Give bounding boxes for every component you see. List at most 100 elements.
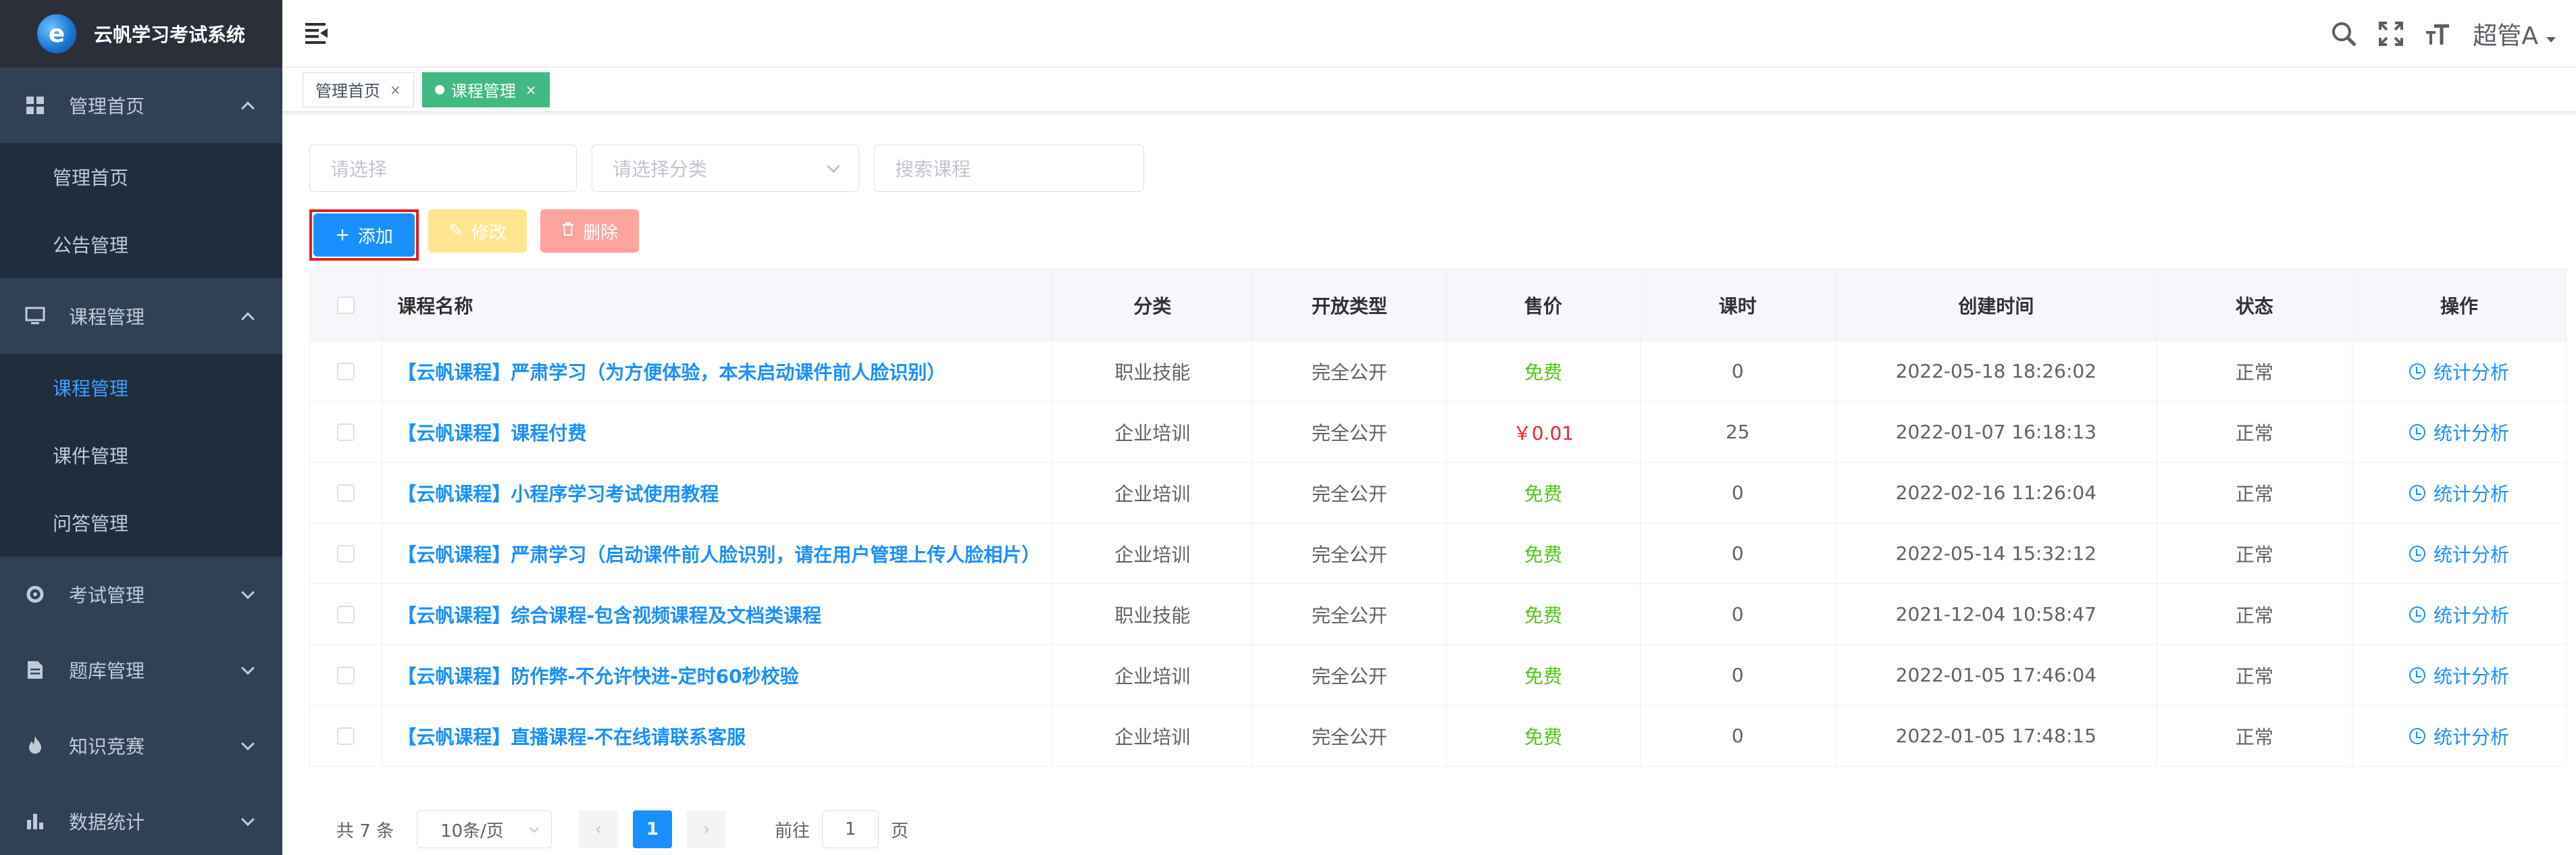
pagination-total: 共 7 条 <box>336 821 394 841</box>
goto-page-input[interactable]: 1 <box>822 810 879 848</box>
hours-cell: 0 <box>1641 584 1836 644</box>
hours-cell: 0 <box>1641 523 1836 584</box>
open-type-cell: 完全公开 <box>1253 584 1447 644</box>
row-checkbox[interactable] <box>337 423 355 441</box>
chevron-up-icon <box>241 312 255 326</box>
course-name-link[interactable]: 【云帆课程】直播课程-不在线请联系客服 <box>397 723 746 750</box>
sidebar-item-notice[interactable]: 公告管理 <box>0 211 282 278</box>
page-unit-label: 页 <box>891 821 909 841</box>
row-checkbox-cell <box>310 523 383 584</box>
stats-analysis-label: 统计分析 <box>2433 665 2509 688</box>
table-body: 【云帆课程】严肃学习（为方便体验，本未启动课件前人脸识别） 职业技能 完全公开 免费 0… <box>310 341 2566 767</box>
action-cell: 统计分析 <box>2352 584 2566 644</box>
select-placeholder: 请选择 <box>330 158 388 180</box>
menu-title-label: 考试管理 <box>69 584 145 606</box>
sidebar-item-qa[interactable]: 问答管理 <box>0 489 282 556</box>
category-select[interactable]: 请选择分类 <box>592 145 859 192</box>
sidebar-item-course[interactable]: 课程管理 <box>0 354 282 421</box>
row-checkbox[interactable] <box>337 362 355 380</box>
fire-icon <box>24 735 46 756</box>
table-row: 【云帆课程】小程序学习考试使用教程 企业培训 完全公开 免费 0 2022-02-16 1… <box>310 463 2566 523</box>
status-cell: 正常 <box>2157 523 2352 584</box>
page-size-select[interactable]: 10条/页 <box>417 810 552 848</box>
row-checkbox[interactable] <box>337 605 355 623</box>
stats-analysis-link[interactable]: 统计分析 <box>2408 601 2509 628</box>
delete-button[interactable]: 删除 <box>540 209 639 253</box>
header-open-type: 开放类型 <box>1253 269 1447 340</box>
stats-analysis-link[interactable]: 统计分析 <box>2408 662 2509 689</box>
row-checkbox[interactable] <box>337 666 355 684</box>
header-hours: 课时 <box>1641 269 1836 340</box>
search-placeholder: 搜索课程 <box>895 158 971 180</box>
course-name-link[interactable]: 【云帆课程】综合课程-包含视频课程及文档类课程 <box>397 601 821 628</box>
stats-analysis-link[interactable]: 统计分析 <box>2408 480 2509 507</box>
stats-analysis-link[interactable]: 统计分析 <box>2408 540 2509 567</box>
add-button[interactable]: + 添加 <box>313 213 415 257</box>
price-cell: ￥0.01 <box>1447 402 1641 462</box>
fullscreen-icon[interactable] <box>2367 0 2415 68</box>
clock-icon <box>2408 363 2425 380</box>
search-icon[interactable] <box>2320 0 2367 68</box>
menu-title-exam[interactable]: 考试管理 <box>0 556 282 632</box>
hours-cell: 0 <box>1641 341 1836 401</box>
page-number-button[interactable]: 1 <box>633 810 673 848</box>
created-time-cell: 2022-02-16 11:26:04 <box>1836 463 2157 523</box>
row-checkbox-cell <box>310 341 383 401</box>
course-name-link[interactable]: 【云帆课程】防作弊-不允许快进-定时60秒校验 <box>397 662 798 689</box>
row-checkbox[interactable] <box>337 544 355 563</box>
course-name-cell: 【云帆课程】小程序学习考试使用教程 <box>382 463 1053 523</box>
row-checkbox-cell <box>310 463 383 523</box>
open-type-cell: 完全公开 <box>1253 523 1447 584</box>
sidebar-item-courseware[interactable]: 课件管理 <box>0 421 282 489</box>
tag-course-management[interactable]: 课程管理 × <box>421 72 550 107</box>
stats-analysis-label: 统计分析 <box>2433 482 2509 505</box>
navbar-right: 超管A <box>2320 0 2576 68</box>
edit-button-label: 修改 <box>471 222 507 243</box>
price-cell: 免费 <box>1447 645 1641 705</box>
menu-title-question-bank[interactable]: 题库管理 <box>0 632 282 708</box>
header-action: 操作 <box>2440 294 2478 317</box>
action-cell: 统计分析 <box>2352 341 2566 401</box>
search-input[interactable]: 搜索课程 <box>874 145 1144 192</box>
stats-analysis-label: 统计分析 <box>2433 421 2509 444</box>
table-row: 【云帆课程】课程付费 企业培训 完全公开 ￥0.01 25 2022-01-07 16:1… <box>310 402 2566 463</box>
menu-title-statistics[interactable]: 数据统计 <box>0 783 282 855</box>
user-menu[interactable]: 超管A <box>2473 16 2556 51</box>
tag-home[interactable]: 管理首页 × <box>303 72 414 107</box>
stats-analysis-link[interactable]: 统计分析 <box>2408 419 2509 446</box>
close-icon[interactable]: × <box>525 82 537 98</box>
menu-title-contest[interactable]: 知识竞赛 <box>0 708 282 783</box>
hamburger-icon[interactable] <box>305 23 328 44</box>
clock-icon <box>2408 727 2425 744</box>
category-cell: 企业培训 <box>1052 706 1254 766</box>
menu-title-label: 题库管理 <box>69 660 145 682</box>
edit-button[interactable]: ✎ 修改 <box>428 209 527 253</box>
course-name-link[interactable]: 【云帆课程】课程付费 <box>397 419 586 446</box>
stats-analysis-link[interactable]: 统计分析 <box>2408 358 2509 385</box>
course-name-link[interactable]: 【云帆课程】小程序学习考试使用教程 <box>397 480 719 507</box>
prev-page-button[interactable]: ‹ <box>579 810 619 848</box>
open-type-select[interactable]: 请选择 <box>309 145 577 192</box>
document-icon <box>24 659 46 681</box>
row-checkbox[interactable] <box>337 727 355 745</box>
course-name-link[interactable]: 【云帆课程】严肃学习（启动课件前人脸识别，请在用户管理上传人脸相片） <box>397 540 1040 567</box>
stats-analysis-link[interactable]: 统计分析 <box>2408 723 2509 750</box>
close-icon[interactable]: × <box>390 82 401 98</box>
next-page-button[interactable]: › <box>687 810 727 848</box>
font-size-icon[interactable] <box>2415 0 2462 68</box>
course-name-cell: 【云帆课程】严肃学习（为方便体验，本未启动课件前人脸识别） <box>382 341 1053 401</box>
menu-title-dashboard[interactable]: 管理首页 <box>0 68 282 143</box>
delete-button-label: 删除 <box>582 222 618 243</box>
action-cell: 统计分析 <box>2352 645 2566 705</box>
chevron-up-icon <box>241 101 255 115</box>
row-checkbox[interactable] <box>337 484 355 502</box>
menu-title-course[interactable]: 课程管理 <box>0 278 282 354</box>
select-all-checkbox[interactable] <box>337 296 355 314</box>
logo-bar[interactable]: e 云帆学习考试系统 <box>0 0 282 68</box>
course-name-link[interactable]: 【云帆课程】严肃学习（为方便体验，本未启动课件前人脸识别） <box>397 358 946 385</box>
sidebar-item-home[interactable]: 管理首页 <box>0 143 282 211</box>
action-cell: 统计分析 <box>2352 402 2566 462</box>
chevron-down-icon <box>241 812 255 827</box>
course-name-cell: 【云帆课程】综合课程-包含视频课程及文档类课程 <box>382 584 1053 644</box>
row-checkbox-cell <box>310 706 383 766</box>
